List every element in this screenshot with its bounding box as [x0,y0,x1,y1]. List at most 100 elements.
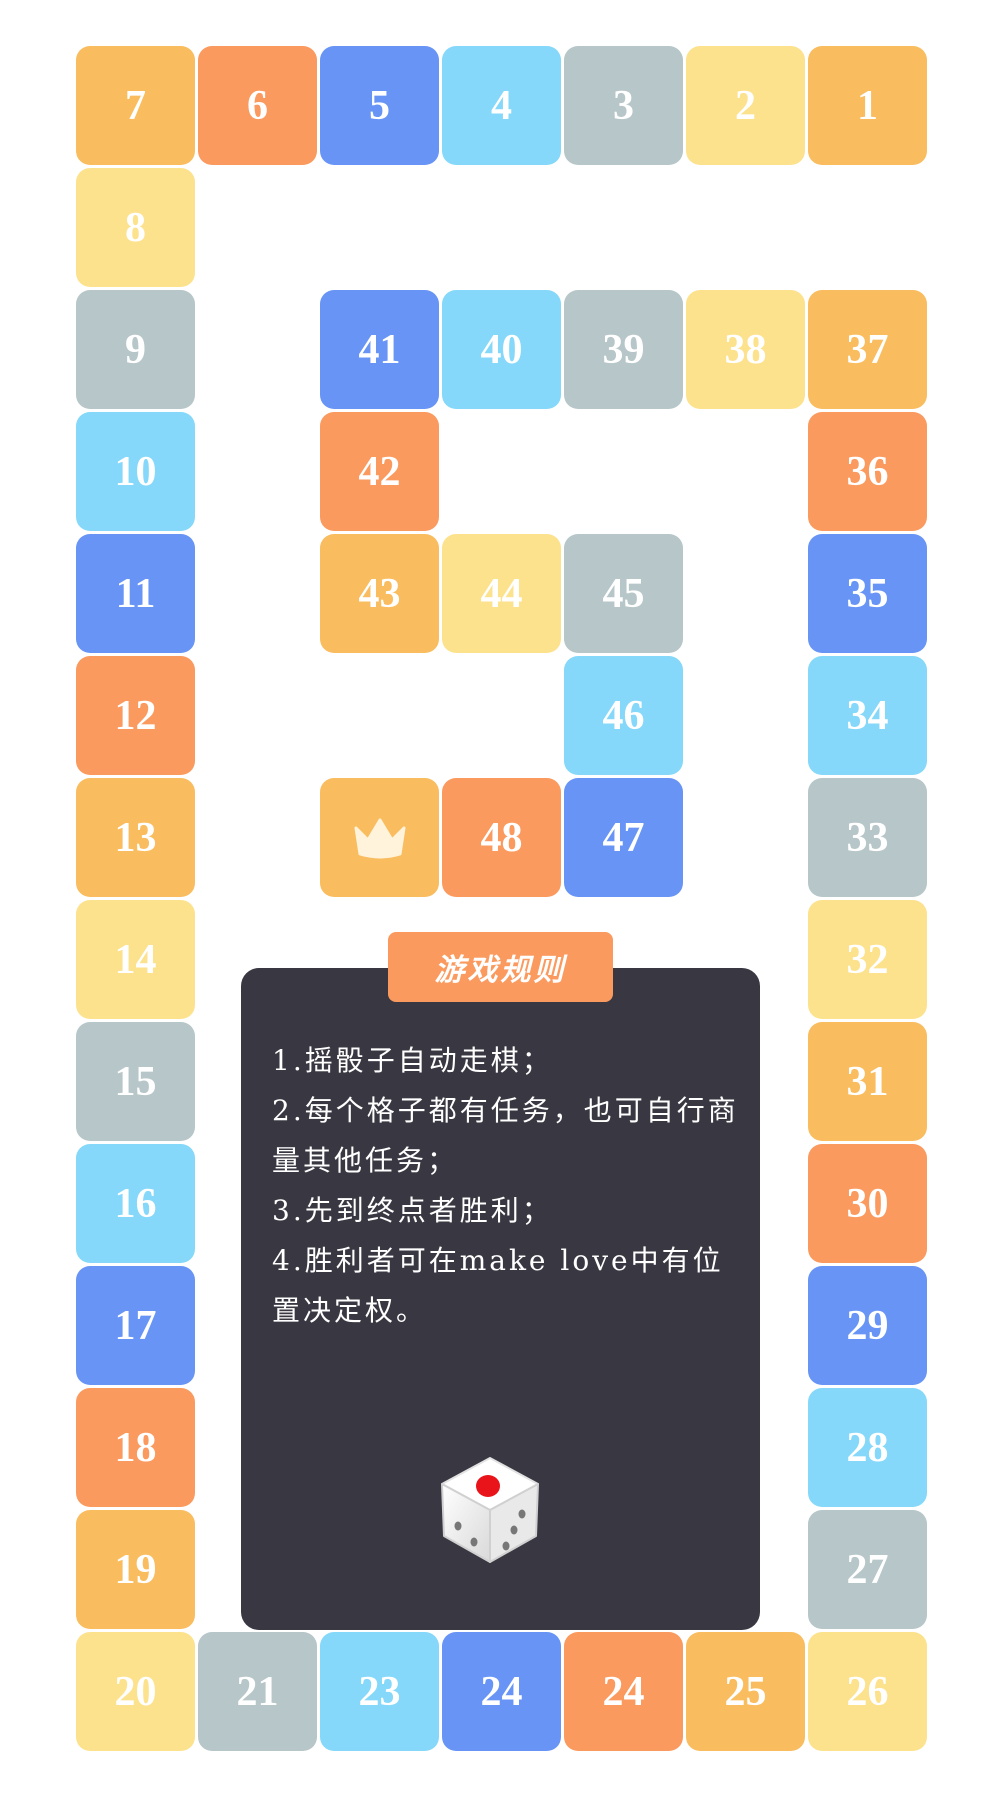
board-cell: 26 [808,1632,927,1751]
cell-number: 32 [846,936,889,983]
dice-icon[interactable] [430,1450,550,1570]
board-cell: 23 [320,1632,439,1751]
board-cell: 43 [320,534,439,653]
cell-number: 45 [602,570,645,617]
cell-number: 9 [125,326,146,373]
board-cell: 44 [442,534,561,653]
board-cell: 45 [564,534,683,653]
cell-number: 5 [369,82,390,129]
cell-number: 8 [125,204,146,251]
cell-number: 19 [114,1546,157,1593]
board-cell: 32 [808,900,927,1019]
board-cell: 17 [76,1266,195,1385]
cell-number: 23 [358,1668,401,1715]
board-cell: 13 [76,778,195,897]
cell-number: 38 [724,326,767,373]
cell-number: 42 [358,448,401,495]
board-cell: 5 [320,46,439,165]
cell-number: 47 [602,814,645,861]
cell-number: 28 [846,1424,889,1471]
board-cell: 21 [198,1632,317,1751]
cell-number: 33 [846,814,889,861]
cell-number: 16 [114,1180,157,1227]
cell-number: 24 [480,1668,523,1715]
board-cell: 39 [564,290,683,409]
cell-number: 18 [114,1424,157,1471]
board-cell: 47 [564,778,683,897]
board-cell: 16 [76,1144,195,1263]
board-cell: 35 [808,534,927,653]
board-cell: 33 [808,778,927,897]
board-cell: 6 [198,46,317,165]
cell-number: 24 [602,1668,645,1715]
board-cell: 10 [76,412,195,531]
board-cell: 37 [808,290,927,409]
cell-number: 11 [115,570,156,617]
cell-number: 40 [480,326,523,373]
board-cell: 19 [76,1510,195,1629]
board-cell: 36 [808,412,927,531]
cell-number: 25 [724,1668,767,1715]
cell-number: 46 [602,692,645,739]
board-cell: 1 [808,46,927,165]
cell-number: 1 [857,82,878,129]
board-cell: 18 [76,1388,195,1507]
cell-number: 31 [846,1058,889,1105]
board-cell: 24 [442,1632,561,1751]
cell-number: 20 [114,1668,157,1715]
cell-number: 48 [480,814,523,861]
rules-list: 1.摇骰子自动走棋； 2.每个格子都有任务，也可自行商量其他任务； 3.先到终点… [272,1036,742,1336]
board-cell: 8 [76,168,195,287]
cell-number: 6 [247,82,268,129]
cell-number: 44 [480,570,523,617]
finish-cell [320,778,439,897]
cell-number: 37 [846,326,889,373]
board-cell: 25 [686,1632,805,1751]
cell-number: 43 [358,570,401,617]
board-cell: 40 [442,290,561,409]
cell-number: 34 [846,692,889,739]
cell-number: 14 [114,936,157,983]
cell-number: 7 [125,82,146,129]
crown-icon [354,818,405,858]
rule-item: 4.胜利者可在make love中有位置决定权。 [272,1244,724,1327]
cell-number: 4 [491,82,512,129]
cell-number: 29 [846,1302,889,1349]
cell-number: 39 [602,326,645,373]
board-cell: 48 [442,778,561,897]
cell-number: 10 [114,448,157,495]
cell-number: 41 [358,326,401,373]
board-cell: 29 [808,1266,927,1385]
board-cell: 38 [686,290,805,409]
board-cell: 41 [320,290,439,409]
cell-number: 13 [114,814,157,861]
cell-number: 21 [236,1668,279,1715]
cell-number: 17 [114,1302,157,1349]
cell-number: 12 [114,692,157,739]
board-cell: 15 [76,1022,195,1141]
cell-number: 15 [114,1058,157,1105]
board-cell: 14 [76,900,195,1019]
cell-number: 2 [735,82,756,129]
cell-number: 36 [846,448,889,495]
cell-number: 3 [613,82,634,129]
rules-title: 游戏规则 [388,932,613,1002]
board-cell: 4 [442,46,561,165]
board-cell: 3 [564,46,683,165]
board-cell: 7 [76,46,195,165]
board-cell: 28 [808,1388,927,1507]
board-cell: 12 [76,656,195,775]
board-cell: 34 [808,656,927,775]
cell-number: 26 [846,1668,889,1715]
cell-number: 27 [846,1546,889,1593]
rule-item: 1.摇骰子自动走棋； [272,1044,553,1077]
board-cell: 30 [808,1144,927,1263]
cell-number: 30 [846,1180,889,1227]
board-cell: 31 [808,1022,927,1141]
rule-item: 3.先到终点者胜利； [272,1194,553,1227]
board-cell: 20 [76,1632,195,1751]
board-cell: 42 [320,412,439,531]
board-cell: 46 [564,656,683,775]
board-cell: 9 [76,290,195,409]
board-cell: 11 [76,534,195,653]
